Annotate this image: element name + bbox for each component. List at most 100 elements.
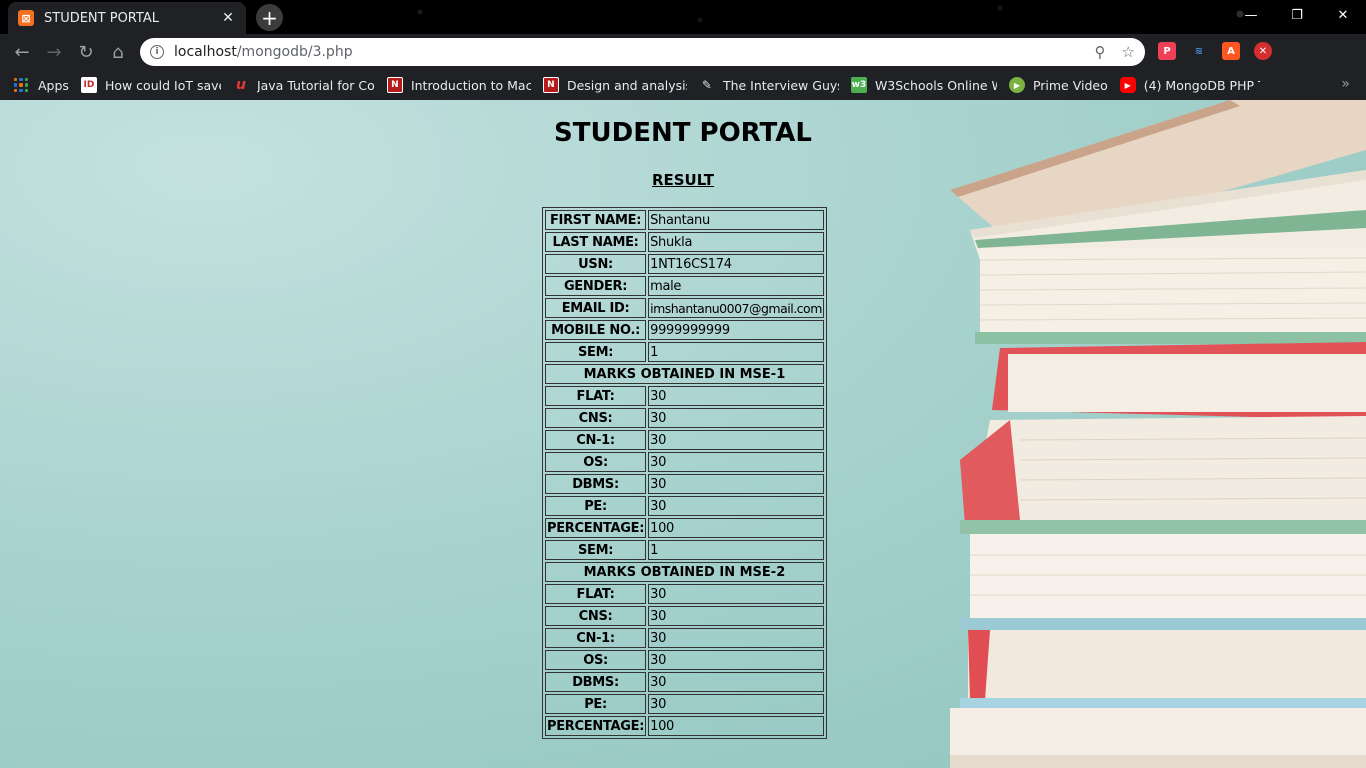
bookmark-item[interactable]: ▶ Prime Video [1008,77,1108,93]
table-row: USN: 1NT16CS174 [545,254,824,274]
table-row: OS: 30 [545,452,824,472]
field-label: EMAIL ID: [545,298,647,318]
field-label: LAST NAME: [545,232,647,252]
restore-button[interactable]: ❐ [1274,0,1320,30]
adblock-extension-icon[interactable]: ✕ [1254,42,1272,60]
home-button[interactable]: ⌂ [102,36,134,68]
percentage-value: 100 [648,716,824,736]
field-value: 9999999999 [648,320,824,340]
table-row: SEM: 1 [545,342,824,362]
bookmark-item[interactable]: w3 W3Schools Online W [850,77,997,93]
reload-button[interactable]: ↻ [70,36,102,68]
bookmark-label: Apps [38,77,69,93]
back-button[interactable]: ← [6,36,38,68]
subject-label: FLAT: [545,386,647,406]
table-row: PE: 30 [545,694,824,714]
prime-video-icon: ▶ [1008,77,1025,93]
field-value: 1NT16CS174 [648,254,824,274]
subject-label: PE: [545,694,647,714]
table-row: LAST NAME: Shukla [545,232,824,252]
forward-button[interactable]: → [38,36,70,68]
table-row: CNS: 30 [545,408,824,428]
field-label: MOBILE NO.: [545,320,647,340]
table-row: CNS: 30 [545,606,824,626]
field-label: USN: [545,254,647,274]
marks-value: 30 [648,606,824,626]
bookmark-label: The Interview Guys - [722,77,839,93]
lastpass-extension-icon[interactable]: A [1222,42,1240,60]
percentage-label: PERCENTAGE: [545,518,647,538]
table-row: FIRST NAME: Shantanu [545,210,824,230]
address-bar[interactable]: i localhost/mongodb/3.php ⚲ ☆ [140,38,1145,66]
marks-value: 30 [648,474,824,494]
table-row: PE: 30 [545,496,824,516]
bookmark-label: (4) MongoDB PHP Tu [1143,77,1260,93]
table-row: CN-1: 30 [545,430,824,450]
extensions-area: P ≋ A ✕ [1158,42,1272,60]
youtube-icon: ▶ [1119,77,1136,93]
url-path: /mongodb/3.php [236,44,353,60]
sem-value: 1 [648,540,824,560]
minimize-button[interactable]: — [1228,0,1274,30]
table-row: DBMS: 30 [545,672,824,692]
subject-label: FLAT: [545,584,647,604]
bookmark-star-icon[interactable]: ☆ [1122,43,1135,61]
info-icon[interactable]: i [150,45,164,59]
tab-strip: ⊠ STUDENT PORTAL ✕ + — ❐ ✕ [0,0,1366,34]
table-row: SEM: 1 [545,540,824,560]
section-row: MARKS OBTAINED IN MSE-1 [545,364,824,384]
bookmark-item[interactable]: u Java Tutorial for Com [233,77,375,93]
xampp-icon: ⊠ [18,10,34,26]
bookmark-item[interactable]: N Design and analysis c [542,77,687,93]
subject-label: CN-1: [545,430,647,450]
subject-label: DBMS: [545,474,647,494]
subject-label: OS: [545,452,647,472]
url-host: localhost [174,44,237,60]
sem-label: SEM: [545,540,647,560]
nptel-icon: N [542,77,559,93]
table-row: PERCENTAGE: 100 [545,518,824,538]
bookmark-item[interactable]: ▶ (4) MongoDB PHP Tu [1119,77,1260,93]
marks-value: 30 [648,430,824,450]
result-table: FIRST NAME: Shantanu LAST NAME: Shukla USN… [542,207,827,739]
field-value: Shantanu [648,210,824,230]
field-label: FIRST NAME: [545,210,647,230]
page-content: STUDENT PORTAL RESULT FIRST NAME: Shantan… [0,100,1366,768]
page-title: STUDENT PORTAL [554,118,812,148]
table-row: EMAIL ID: imshantanu0007@gmail.com [545,298,824,318]
table-row: FLAT: 30 [545,386,824,406]
wappalyzer-extension-icon[interactable]: ≋ [1190,42,1208,60]
apps-grid-icon [14,78,28,92]
bookmark-item[interactable]: ✎ The Interview Guys - [699,77,839,93]
browser-toolbar: ← → ↻ ⌂ i localhost/mongodb/3.php ⚲ ☆ P … [0,34,1366,96]
bookmark-item[interactable]: ID How could IoT save E [80,77,221,93]
subject-label: PE: [545,496,647,516]
pocket-extension-icon[interactable]: P [1158,42,1176,60]
bookmark-label: Java Tutorial for Com [256,77,375,93]
window-controls: — ❐ ✕ [1228,0,1366,30]
table-row: OS: 30 [545,650,824,670]
marks-value: 30 [648,584,824,604]
bookmark-label: How could IoT save E [104,77,221,93]
more-bookmarks-icon[interactable]: » [1341,76,1350,92]
close-icon[interactable]: ✕ [220,10,236,26]
zoom-icon[interactable]: ⚲ [1095,43,1106,61]
w3schools-icon: w3 [850,77,867,93]
bookmark-apps[interactable]: Apps [14,78,69,93]
marks-value: 30 [648,496,824,516]
marks-value: 30 [648,672,824,692]
close-window-button[interactable]: ✕ [1320,0,1366,30]
subject-label: CNS: [545,408,647,428]
marks-value: 30 [648,452,824,472]
new-tab-button[interactable]: + [256,4,283,31]
tab-title: STUDENT PORTAL [44,10,159,26]
bookmarks-bar: Apps ID How could IoT save E u Java Tuto… [0,70,1366,100]
table-row: PERCENTAGE: 100 [545,716,824,736]
result-heading: RESULT [651,171,715,189]
books-background-image [950,100,1366,768]
bookmark-item[interactable]: N Introduction to Mach [386,77,531,93]
field-value: male [648,276,824,296]
browser-tab[interactable]: ⊠ STUDENT PORTAL ✕ [8,2,246,34]
field-label: SEM: [545,342,647,362]
field-value: imshantanu0007@gmail.com [648,298,824,318]
